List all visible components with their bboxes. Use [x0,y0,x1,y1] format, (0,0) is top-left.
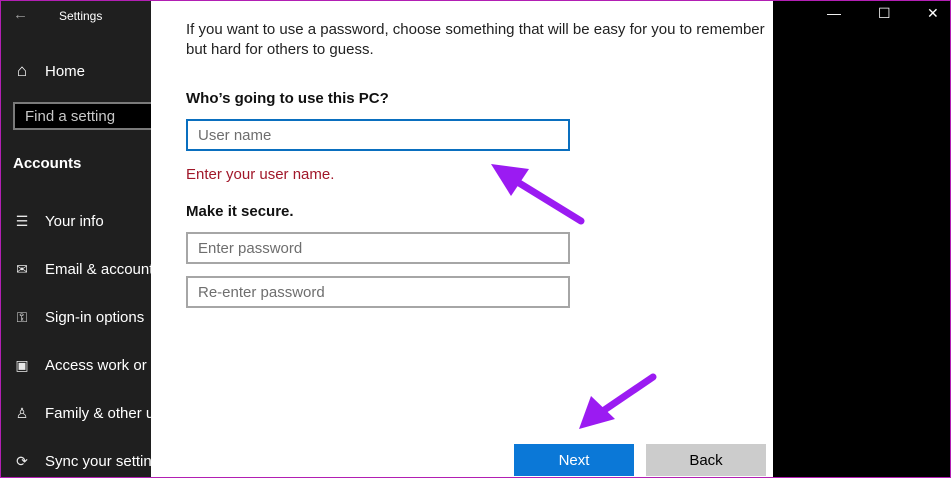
home-icon: ⌂ [16,61,28,80]
back-arrow-icon[interactable]: ← [13,6,28,23]
key-icon: ⚿ [16,309,28,325]
sidebar-item-label: Sync your settings [45,453,168,470]
sidebar-item-sync[interactable]: ⟳ Sync your settings [13,453,168,470]
section-heading-accounts: Accounts [13,155,82,172]
username-error-message: Enter your user name. [186,166,335,183]
find-setting-search-input[interactable]: Find a setting [13,102,153,130]
sidebar-item-label: Sign-in options [45,309,145,326]
sidebar-item-label: Your info [45,213,104,230]
next-button[interactable]: Next [514,444,634,476]
username-input[interactable] [186,119,570,151]
sidebar-item-home[interactable]: ⌂ Home [13,61,85,81]
back-button[interactable]: Back [646,444,766,476]
minimize-icon[interactable]: — [827,5,841,21]
person-card-icon: ☰ [15,213,29,229]
make-secure-heading: Make it secure. [186,203,294,220]
maximize-icon[interactable]: ☐ [878,5,891,22]
person-icon: ♙ [15,405,29,421]
reenter-password-input[interactable] [186,276,570,308]
sidebar-item-sign-in-options[interactable]: ⚿ Sign-in options [13,309,145,326]
sidebar-item-label: Home [45,62,86,80]
app-title: Settings [59,9,103,23]
sidebar-item-your-info[interactable]: ☰ Your info [13,213,104,230]
who-uses-pc-heading: Who’s going to use this PC? [186,90,389,107]
sync-icon: ⟳ [16,453,28,469]
close-icon[interactable]: ✕ [927,5,939,22]
create-account-dialog: If you want to use a password, choose so… [151,1,773,477]
intro-line: but hard for others to guess. [186,41,374,58]
settings-sidebar: ← Settings ⌂ Home Find a setting Account… [1,1,194,477]
sidebar-item-email-accounts[interactable]: ✉ Email & accounts [13,261,161,278]
briefcase-icon: ▣ [15,357,29,373]
mail-icon: ✉ [16,261,28,277]
intro-text: If you want to use a password, choose so… [186,20,766,60]
password-input[interactable] [186,232,570,264]
sidebar-item-label: Email & accounts [45,261,161,278]
window-frame: ← Settings ⌂ Home Find a setting Account… [0,0,951,478]
intro-line: If you want to use a password, choose so… [186,21,765,38]
